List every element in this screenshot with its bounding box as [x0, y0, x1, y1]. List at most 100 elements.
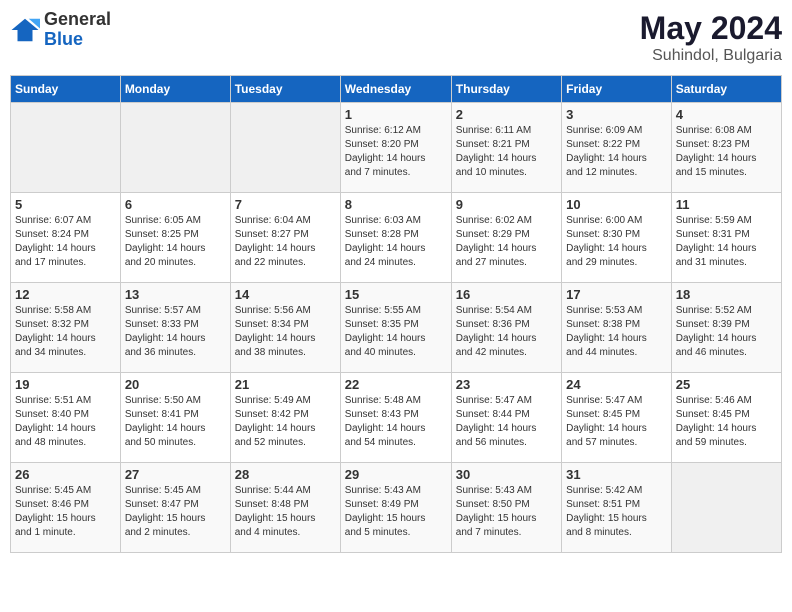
day-number: 23: [456, 377, 557, 392]
calendar-cell: 3Sunrise: 6:09 AM Sunset: 8:22 PM Daylig…: [562, 103, 672, 193]
calendar-table: SundayMondayTuesdayWednesdayThursdayFrid…: [10, 75, 782, 553]
day-number: 21: [235, 377, 336, 392]
calendar-cell: 20 Sunrise: 5:50 AM Sunset: 8:41 PM Dayli…: [120, 373, 230, 463]
header-friday: Friday: [562, 76, 672, 103]
calendar-cell: 15Sunrise: 5:55 AM Sunset: 8:35 PM Dayli…: [340, 283, 451, 373]
day-info: Sunrise: 5:53 AM Sunset: 8:38 PM Dayligh…: [566, 304, 667, 360]
header-sunday: Sunday: [11, 76, 121, 103]
day-info: Sunrise: 6:08 AM Sunset: 8:23 PM Dayligh…: [676, 124, 777, 180]
day-info: Sunrise: 5:50 AM Sunset: 8:41 PM Dayligh…: [125, 394, 226, 450]
calendar-cell: 30 Sunrise: 5:43 AM Sunset: 8:50 PM Dayli…: [451, 463, 561, 553]
calendar-cell: 29 Sunrise: 5:43 AM Sunset: 8:49 PM Dayli…: [340, 463, 451, 553]
day-number: 7: [235, 197, 336, 212]
calendar-cell: 31Sunrise: 5:42 AM Sunset: 8:51 PM Dayli…: [562, 463, 672, 553]
day-number: 14: [235, 287, 336, 302]
day-info: Sunrise: 5:49 AM Sunset: 8:42 PM Dayligh…: [235, 394, 336, 450]
day-number: 1: [345, 107, 447, 122]
calendar-cell: 8 Sunrise: 6:03 AM Sunset: 8:28 PM Daylig…: [340, 193, 451, 283]
day-info: Sunrise: 5:52 AM Sunset: 8:39 PM Dayligh…: [676, 304, 777, 360]
calendar-cell: 22Sunrise: 5:48 AM Sunset: 8:43 PM Dayli…: [340, 373, 451, 463]
header-thursday: Thursday: [451, 76, 561, 103]
day-number: 18: [676, 287, 777, 302]
day-info: Sunrise: 5:46 AM Sunset: 8:45 PM Dayligh…: [676, 394, 777, 450]
day-number: 8: [345, 197, 447, 212]
day-info: Sunrise: 6:04 AM Sunset: 8:27 PM Dayligh…: [235, 214, 336, 270]
calendar-cell: 11Sunrise: 5:59 AM Sunset: 8:31 PM Dayli…: [671, 193, 781, 283]
calendar-cell: 24 Sunrise: 5:47 AM Sunset: 8:45 PM Dayli…: [562, 373, 672, 463]
day-info: Sunrise: 5:43 AM Sunset: 8:50 PM Dayligh…: [456, 484, 557, 540]
day-number: 4: [676, 107, 777, 122]
logo-icon: [10, 15, 40, 45]
calendar-header-row: SundayMondayTuesdayWednesdayThursdayFrid…: [11, 76, 782, 103]
day-number: 16: [456, 287, 557, 302]
calendar-cell: 13 Sunrise: 5:57 AM Sunset: 8:33 PM Dayli…: [120, 283, 230, 373]
calendar-cell: 6 Sunrise: 6:05 AM Sunset: 8:25 PM Daylig…: [120, 193, 230, 283]
calendar-cell: 7 Sunrise: 6:04 AM Sunset: 8:27 PM Daylig…: [230, 193, 340, 283]
header-tuesday: Tuesday: [230, 76, 340, 103]
header-monday: Monday: [120, 76, 230, 103]
day-info: Sunrise: 6:03 AM Sunset: 8:28 PM Dayligh…: [345, 214, 447, 270]
day-number: 12: [15, 287, 116, 302]
logo-text: General Blue: [44, 10, 111, 50]
calendar-cell: 10 Sunrise: 6:00 AM Sunset: 8:30 PM Dayli…: [562, 193, 672, 283]
calendar-cell: 27 Sunrise: 5:45 AM Sunset: 8:47 PM Dayli…: [120, 463, 230, 553]
day-info: Sunrise: 5:45 AM Sunset: 8:47 PM Dayligh…: [125, 484, 226, 540]
day-info: Sunrise: 6:09 AM Sunset: 8:22 PM Dayligh…: [566, 124, 667, 180]
day-info: Sunrise: 5:57 AM Sunset: 8:33 PM Dayligh…: [125, 304, 226, 360]
month-title: May 2024: [640, 10, 782, 47]
calendar-cell: 17 Sunrise: 5:53 AM Sunset: 8:38 PM Dayli…: [562, 283, 672, 373]
day-info: Sunrise: 5:47 AM Sunset: 8:45 PM Dayligh…: [566, 394, 667, 450]
calendar-cell: [11, 103, 121, 193]
day-info: Sunrise: 5:48 AM Sunset: 8:43 PM Dayligh…: [345, 394, 447, 450]
day-info: Sunrise: 6:11 AM Sunset: 8:21 PM Dayligh…: [456, 124, 557, 180]
day-info: Sunrise: 5:43 AM Sunset: 8:49 PM Dayligh…: [345, 484, 447, 540]
day-info: Sunrise: 5:54 AM Sunset: 8:36 PM Dayligh…: [456, 304, 557, 360]
calendar-cell: 4 Sunrise: 6:08 AM Sunset: 8:23 PM Daylig…: [671, 103, 781, 193]
calendar-cell: 21 Sunrise: 5:49 AM Sunset: 8:42 PM Dayli…: [230, 373, 340, 463]
day-info: Sunrise: 6:05 AM Sunset: 8:25 PM Dayligh…: [125, 214, 226, 270]
day-number: 5: [15, 197, 116, 212]
day-info: Sunrise: 6:00 AM Sunset: 8:30 PM Dayligh…: [566, 214, 667, 270]
day-number: 6: [125, 197, 226, 212]
day-number: 10: [566, 197, 667, 212]
day-number: 13: [125, 287, 226, 302]
day-number: 9: [456, 197, 557, 212]
calendar-cell: 26Sunrise: 5:45 AM Sunset: 8:46 PM Dayli…: [11, 463, 121, 553]
calendar-cell: 28Sunrise: 5:44 AM Sunset: 8:48 PM Dayli…: [230, 463, 340, 553]
day-info: Sunrise: 5:56 AM Sunset: 8:34 PM Dayligh…: [235, 304, 336, 360]
title-block: May 2024 Suhindol, Bulgaria: [640, 10, 782, 65]
day-info: Sunrise: 6:12 AM Sunset: 8:20 PM Dayligh…: [345, 124, 447, 180]
day-number: 17: [566, 287, 667, 302]
day-number: 29: [345, 467, 447, 482]
day-number: 24: [566, 377, 667, 392]
day-number: 20: [125, 377, 226, 392]
calendar-cell: 19Sunrise: 5:51 AM Sunset: 8:40 PM Dayli…: [11, 373, 121, 463]
calendar-week-1: 1 Sunrise: 6:12 AM Sunset: 8:20 PM Daylig…: [11, 103, 782, 193]
location-title: Suhindol, Bulgaria: [640, 47, 782, 65]
calendar-cell: 2Sunrise: 6:11 AM Sunset: 8:21 PM Daylig…: [451, 103, 561, 193]
day-info: Sunrise: 5:42 AM Sunset: 8:51 PM Dayligh…: [566, 484, 667, 540]
header-saturday: Saturday: [671, 76, 781, 103]
logo-general-text: General: [44, 10, 111, 30]
calendar-week-4: 19Sunrise: 5:51 AM Sunset: 8:40 PM Dayli…: [11, 373, 782, 463]
header-wednesday: Wednesday: [340, 76, 451, 103]
logo-blue-text: Blue: [44, 30, 111, 50]
day-info: Sunrise: 5:51 AM Sunset: 8:40 PM Dayligh…: [15, 394, 116, 450]
day-info: Sunrise: 6:07 AM Sunset: 8:24 PM Dayligh…: [15, 214, 116, 270]
day-info: Sunrise: 5:44 AM Sunset: 8:48 PM Dayligh…: [235, 484, 336, 540]
calendar-cell: [671, 463, 781, 553]
day-number: 15: [345, 287, 447, 302]
day-number: 26: [15, 467, 116, 482]
calendar-cell: 1 Sunrise: 6:12 AM Sunset: 8:20 PM Daylig…: [340, 103, 451, 193]
page-header: General Blue May 2024 Suhindol, Bulgaria: [10, 10, 782, 65]
calendar-cell: 14 Sunrise: 5:56 AM Sunset: 8:34 PM Dayli…: [230, 283, 340, 373]
calendar-cell: 9 Sunrise: 6:02 AM Sunset: 8:29 PM Daylig…: [451, 193, 561, 283]
day-number: 11: [676, 197, 777, 212]
day-number: 27: [125, 467, 226, 482]
day-number: 30: [456, 467, 557, 482]
day-info: Sunrise: 6:02 AM Sunset: 8:29 PM Dayligh…: [456, 214, 557, 270]
calendar-week-2: 5 Sunrise: 6:07 AM Sunset: 8:24 PM Daylig…: [11, 193, 782, 283]
calendar-week-3: 12 Sunrise: 5:58 AM Sunset: 8:32 PM Dayli…: [11, 283, 782, 373]
calendar-cell: 16 Sunrise: 5:54 AM Sunset: 8:36 PM Dayli…: [451, 283, 561, 373]
day-info: Sunrise: 5:58 AM Sunset: 8:32 PM Dayligh…: [15, 304, 116, 360]
